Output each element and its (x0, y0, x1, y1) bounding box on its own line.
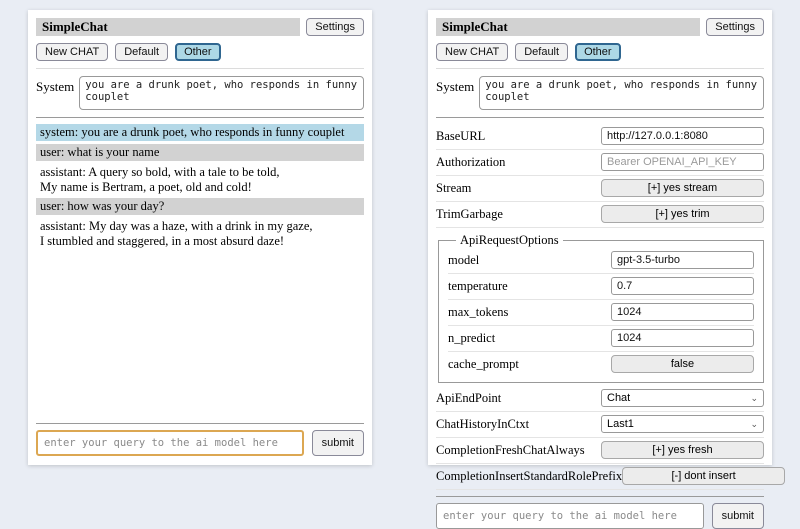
session-button-other[interactable]: Other (175, 43, 221, 61)
session-button-other[interactable]: Other (575, 43, 621, 61)
max-tokens-label: max_tokens (448, 305, 611, 320)
completioninsertstandardroleprefix-label: CompletionInsertStandardRolePrefix (436, 469, 622, 484)
settings-button[interactable]: Settings (306, 18, 364, 36)
chevron-down-icon: ⌄ (750, 394, 758, 403)
cache-prompt-label: cache_prompt (448, 357, 611, 372)
setting-row-baseurl: BaseURL (436, 124, 764, 150)
system-label: System (436, 76, 474, 95)
setting-row-model: model (448, 248, 754, 274)
chat-message-assistant: assistant: My day was a haze, with a dri… (36, 218, 364, 250)
apiendpoint-selected-value: Chat (607, 392, 630, 404)
temperature-input[interactable] (611, 277, 754, 295)
api-request-options-legend: ApiRequestOptions (456, 233, 563, 248)
max-tokens-input[interactable] (611, 303, 754, 321)
query-row: submit (436, 503, 764, 529)
authorization-input[interactable] (601, 153, 764, 171)
n-predict-input[interactable] (611, 329, 754, 347)
completionfreshchatalways-label: CompletionFreshChatAlways (436, 443, 601, 458)
chevron-down-icon: ⌄ (750, 420, 758, 429)
setting-row-trimgarbage: TrimGarbage [+] yes trim (436, 202, 764, 228)
setting-row-cache-prompt: cache_prompt false (448, 352, 754, 377)
settings-panel: SimpleChat Settings New CHAT Default Oth… (428, 10, 772, 465)
session-button-new-chat[interactable]: New CHAT (436, 43, 508, 61)
submit-button[interactable]: submit (312, 430, 364, 456)
setting-row-completioninsertstandardroleprefix: CompletionInsertStandardRolePrefix [-] d… (436, 464, 764, 490)
setting-row-apiendpoint: ApiEndPoint Chat ⌄ (436, 386, 764, 412)
apiendpoint-select[interactable]: Chat ⌄ (601, 389, 764, 407)
chathistoryinctxt-select[interactable]: Last1 ⌄ (601, 415, 764, 433)
chat-message-user: user: how was your day? (36, 198, 364, 215)
api-request-options-fieldset: ApiRequestOptions model temperature max_… (438, 233, 764, 383)
divider (36, 68, 364, 69)
divider (436, 68, 764, 69)
setting-row-stream: Stream [+] yes stream (436, 176, 764, 202)
setting-row-chathistoryinctxt: ChatHistoryInCtxt Last1 ⌄ (436, 412, 764, 438)
system-prompt-row: System you are a drunk poet, who respond… (436, 76, 764, 110)
settings-button[interactable]: Settings (706, 18, 764, 36)
chat-panel: SimpleChat Settings New CHAT Default Oth… (28, 10, 372, 465)
session-button-new-chat[interactable]: New CHAT (36, 43, 108, 61)
model-label: model (448, 253, 611, 268)
baseurl-input[interactable] (601, 127, 764, 145)
completioninsertstandardroleprefix-toggle-button[interactable]: [-] dont insert (622, 467, 785, 485)
app-header: SimpleChat Settings (36, 18, 364, 36)
session-buttons: New CHAT Default Other (436, 43, 764, 61)
trimgarbage-label: TrimGarbage (436, 207, 601, 222)
stream-label: Stream (436, 181, 601, 196)
chathistoryinctxt-selected-value: Last1 (607, 418, 634, 430)
query-row: submit (36, 430, 364, 456)
chat-message-system: system: you are a drunk poet, who respon… (36, 124, 364, 141)
chat-message-list: system: you are a drunk poet, who respon… (36, 124, 364, 252)
authorization-label: Authorization (436, 155, 601, 170)
divider (36, 117, 364, 118)
stream-toggle-button[interactable]: [+] yes stream (601, 179, 764, 197)
divider (36, 423, 364, 424)
chathistoryinctxt-label: ChatHistoryInCtxt (436, 417, 601, 432)
chat-message-user: user: what is your name (36, 144, 364, 161)
submit-button[interactable]: submit (712, 503, 764, 529)
session-buttons: New CHAT Default Other (36, 43, 364, 61)
setting-row-temperature: temperature (448, 274, 754, 300)
setting-row-n-predict: n_predict (448, 326, 754, 352)
system-prompt-input[interactable]: you are a drunk poet, who responds in fu… (79, 76, 364, 110)
query-input[interactable] (36, 430, 304, 456)
divider (436, 117, 764, 118)
session-button-default[interactable]: Default (515, 43, 568, 61)
system-prompt-row: System you are a drunk poet, who respond… (36, 76, 364, 110)
chat-message-assistant: assistant: A query so bold, with a tale … (36, 164, 364, 196)
apiendpoint-label: ApiEndPoint (436, 391, 601, 406)
model-input[interactable] (611, 251, 754, 269)
system-prompt-input[interactable]: you are a drunk poet, who responds in fu… (479, 76, 764, 110)
query-input[interactable] (436, 503, 704, 529)
setting-row-completionfreshchatalways: CompletionFreshChatAlways [+] yes fresh (436, 438, 764, 464)
app-title: SimpleChat (436, 18, 700, 36)
app-header: SimpleChat Settings (436, 18, 764, 36)
completionfreshchatalways-toggle-button[interactable]: [+] yes fresh (601, 441, 764, 459)
temperature-label: temperature (448, 279, 611, 294)
app-title: SimpleChat (36, 18, 300, 36)
baseurl-label: BaseURL (436, 129, 601, 144)
n-predict-label: n_predict (448, 331, 611, 346)
spacer (36, 253, 364, 417)
trimgarbage-toggle-button[interactable]: [+] yes trim (601, 205, 764, 223)
divider (436, 496, 764, 497)
setting-row-max-tokens: max_tokens (448, 300, 754, 326)
setting-row-authorization: Authorization (436, 150, 764, 176)
session-button-default[interactable]: Default (115, 43, 168, 61)
system-label: System (36, 76, 74, 95)
cache-prompt-toggle-button[interactable]: false (611, 355, 754, 373)
